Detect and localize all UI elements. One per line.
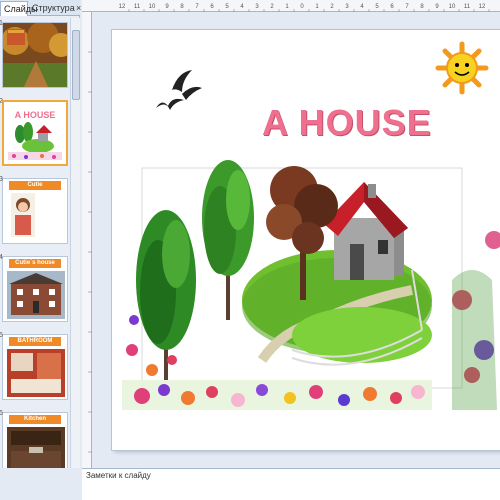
ruler-tick-label: 2 — [270, 4, 274, 10]
slide-title[interactable]: A HOUSE — [262, 102, 432, 144]
thumbnail-3[interactable]: Cutie — [2, 178, 68, 244]
vertical-ruler — [82, 12, 92, 468]
ruler-tick-label: 1 — [285, 4, 289, 10]
ruler-tick-label: 4 — [240, 4, 244, 10]
thumbnail-number: 1 — [0, 20, 3, 27]
ruler-tick-label: 8 — [420, 4, 424, 10]
close-pane-button[interactable]: × — [73, 1, 81, 16]
ruler-tick-label: 9 — [435, 4, 439, 10]
thumbnail-number: 6 — [0, 410, 3, 417]
thumbnail-number: 4 — [0, 254, 3, 261]
thumbnail-number: 3 — [0, 176, 3, 183]
thumbnail-1[interactable] — [2, 22, 68, 88]
thumbnail-4[interactable]: Cutie`s house — [2, 256, 68, 322]
ruler-tick-label: 10 — [149, 4, 156, 10]
ruler-tick-label: 5 — [225, 4, 229, 10]
ruler-tick-label: 11 — [134, 4, 141, 10]
ruler-tick-label: 4 — [360, 4, 364, 10]
ruler-ticks: 12 11 10 9 8 7 6 5 4 3 2 1 0 1 2 3 4 5 6 7 8 9 10 11 12 — [119, 4, 490, 12]
autumn-forest-image — [3, 23, 67, 87]
brick-house-photo — [7, 271, 65, 319]
tab-outline[interactable]: Структура — [29, 1, 75, 16]
thumbnail-title: A HOUSE — [15, 110, 56, 120]
thumbnail-6[interactable]: Kitchen — [2, 412, 68, 468]
smiling-sun-icon — [435, 41, 489, 95]
house-slide-preview: A HOUSE — [4, 102, 66, 164]
ruler-tick-label: 7 — [405, 4, 409, 10]
slide-canvas[interactable]: A HOUSE — [112, 30, 500, 450]
ruler-tick-label: 12 — [119, 4, 126, 10]
ruler-tick-label: 7 — [195, 4, 199, 10]
ruler-tick-label: 3 — [255, 4, 259, 10]
ruler-tick-label: 6 — [390, 4, 394, 10]
ruler-tick-label: 0 — [300, 4, 304, 10]
pane-tabs: Слайды Структура × — [0, 0, 81, 16]
powerpoint-window: Слайды Структура × 1 A HOUSE — [0, 0, 500, 500]
ruler-tick-label: 9 — [165, 4, 169, 10]
tab-slides[interactable]: Слайды — [0, 1, 38, 16]
thumbnail-number: 2 — [0, 98, 3, 105]
ruler-tick-label: 8 — [180, 4, 184, 10]
thumbnail-scrollbar[interactable] — [70, 18, 80, 468]
kitchen-photo — [7, 427, 65, 468]
bathroom-photo — [7, 349, 65, 397]
thumbnail-2[interactable]: A HOUSE — [2, 100, 68, 166]
slide-thumbnails: 1 A HOUSE 2 Cutie 3 — [0, 16, 80, 468]
vertical-ruler-ticks — [88, 51, 92, 453]
ruler-tick-label: 10 — [449, 4, 456, 10]
thumbnail-number: 5 — [0, 332, 3, 339]
horizontal-ruler: 12 11 10 9 8 7 6 5 4 3 2 1 0 1 2 3 4 5 6 7 8 9 10 11 12 — [82, 0, 500, 12]
scrollbar-thumb[interactable] — [72, 30, 80, 100]
ruler-tick-label: 12 — [479, 4, 486, 10]
ruler-tick-label: 1 — [315, 4, 319, 10]
ruler-tick-label: 2 — [330, 4, 334, 10]
notes-pane[interactable]: Заметки к слайду — [82, 468, 500, 500]
slide-artwork — [122, 41, 500, 410]
ruler-tick-label: 11 — [464, 4, 471, 10]
ruler-tick-label: 6 — [210, 4, 214, 10]
ruler-tick-label: 5 — [375, 4, 379, 10]
bird-icon — [156, 70, 202, 110]
thumbnail-5[interactable]: BATHROOM — [2, 334, 68, 400]
girl-photo — [11, 193, 35, 237]
ruler-tick-label: 3 — [345, 4, 349, 10]
